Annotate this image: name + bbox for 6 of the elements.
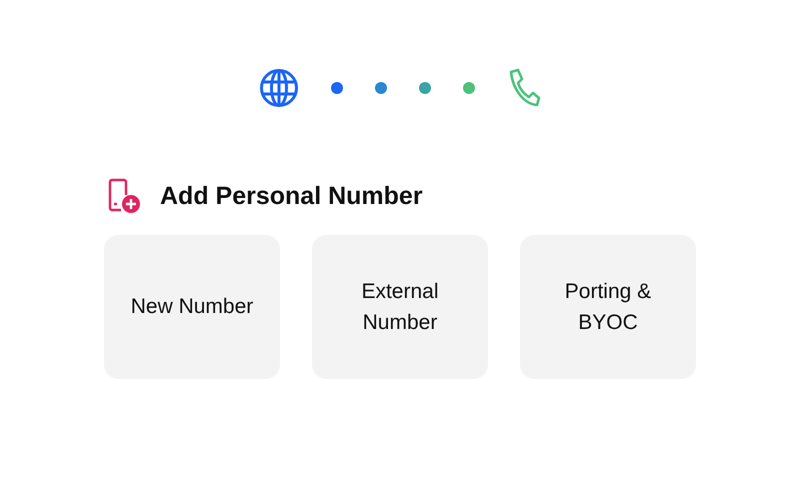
globe-icon: [259, 68, 299, 108]
option-button[interactable]: Porting & BYOC: [520, 235, 696, 379]
option-button[interactable]: External Number: [312, 235, 488, 379]
section-heading: Add Personal Number: [160, 181, 423, 211]
option-button[interactable]: New Number: [104, 235, 280, 379]
phone-icon: [507, 68, 541, 108]
